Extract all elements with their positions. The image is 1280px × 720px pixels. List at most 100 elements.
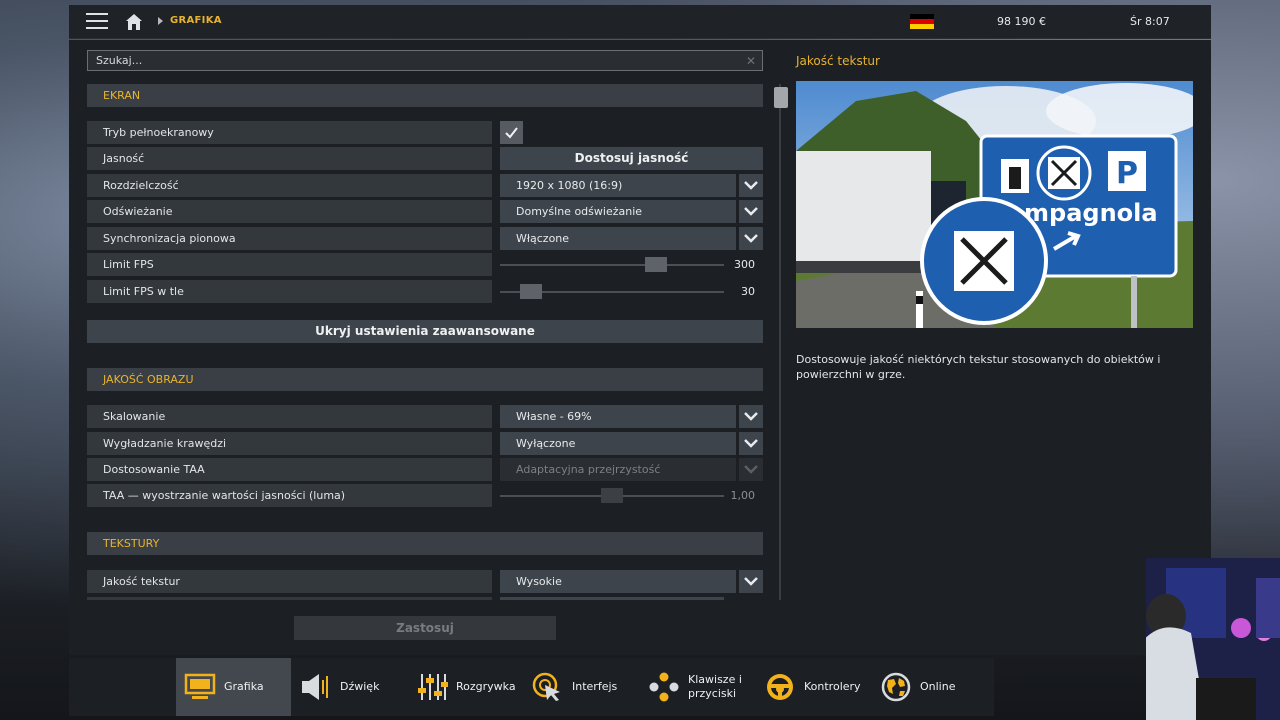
- speaker-icon: [302, 674, 328, 700]
- setting-antialiasing: Wygładzanie krawędzi Wyłączone: [87, 432, 763, 455]
- slider-thumb: [601, 488, 623, 503]
- fullscreen-checkbox[interactable]: [500, 121, 523, 144]
- slider-thumb[interactable]: [645, 257, 668, 272]
- globe-icon: [881, 672, 911, 702]
- nav-label: Interfejs: [572, 680, 618, 693]
- chevron-down-icon: [744, 439, 758, 448]
- nav-tab-sound[interactable]: Dźwięk: [292, 658, 407, 716]
- info-description: Dostosowuje jakość niektórych tekstur st…: [796, 353, 1161, 381]
- setting-label: Odświeżanie: [87, 200, 492, 223]
- slider-value: 1,00: [730, 489, 756, 502]
- apply-button[interactable]: Zastosuj: [294, 616, 556, 640]
- chevron-down-icon: [744, 577, 758, 586]
- search-box: ✕: [87, 50, 763, 71]
- antialiasing-dropdown-button[interactable]: [739, 432, 763, 455]
- slider-value: 30: [741, 285, 755, 298]
- menu-icon[interactable]: [86, 13, 108, 31]
- setting-label: Limit FPS w tle: [87, 280, 492, 303]
- nav-label: Dźwięk: [340, 680, 380, 693]
- germany-flag-icon: [910, 14, 934, 29]
- slider-thumb[interactable]: [520, 284, 543, 299]
- section-header-screen: EKRAN: [87, 84, 763, 107]
- sliders-icon: [418, 674, 448, 700]
- setting-resolution: Rozdzielczość 1920 x 1080 (16:9): [87, 174, 763, 197]
- info-title: Jakość tekstur: [796, 54, 880, 68]
- settings-panel: ✕ EKRAN Tryb pełnoekranowy Jasność Dosto…: [69, 40, 1211, 655]
- setting-label: Tryb pełnoekranowy: [87, 121, 492, 144]
- cursor-icon: [532, 672, 560, 701]
- setting-label: Skalowanie: [87, 405, 492, 428]
- taa-dropdown-button: [739, 458, 763, 481]
- setting-label: TAA — wyostrzanie wartości jasności (lum…: [87, 484, 492, 507]
- setting-label: Dostosowanie TAA: [87, 458, 492, 481]
- setting-label: Wygładzanie krawędzi: [87, 432, 492, 455]
- settings-list: EKRAN Tryb pełnoekranowy Jasność Dostosu…: [87, 84, 763, 600]
- setting-label: Rozdzielczość: [87, 174, 492, 197]
- settings-scrollbar[interactable]: [774, 84, 788, 600]
- nav-label: Grafika: [224, 680, 264, 693]
- vsync-dropdown-button[interactable]: [739, 227, 763, 250]
- scaling-dropdown-button[interactable]: [739, 405, 763, 428]
- bottom-navigation: Grafika Dźwięk Rozgrywka Interfejs Klawi…: [69, 658, 994, 716]
- setting-fullscreen: Tryb pełnoekranowy: [87, 121, 763, 144]
- resolution-dropdown-button[interactable]: [739, 174, 763, 197]
- gamepad-buttons-icon: [649, 672, 679, 702]
- steering-wheel-icon: [767, 674, 793, 700]
- fps-bg-slider[interactable]: 30: [500, 280, 763, 303]
- chevron-down-icon: [744, 412, 758, 421]
- setting-refresh: Odświeżanie Domyślne odświeżanie: [87, 200, 763, 223]
- slider-value: 300: [734, 258, 755, 271]
- checkmark-icon: [505, 127, 518, 139]
- setting-fps-limit: Limit FPS 300: [87, 253, 763, 276]
- nav-label: Rozgrywka: [456, 680, 516, 693]
- setting-label: [87, 597, 492, 600]
- monitor-icon: [184, 673, 216, 699]
- breadcrumb-arrow-icon: [158, 17, 163, 25]
- nav-label: Kontrolery: [804, 680, 861, 693]
- nav-label: Online: [920, 680, 956, 693]
- nav-tab-controllers[interactable]: Kontrolery: [756, 658, 871, 716]
- top-bar: GRAFIKA 98 190 € Śr 8:07: [69, 5, 1211, 39]
- scroll-track: [779, 84, 781, 600]
- nav-tab-graphics[interactable]: Grafika: [176, 658, 291, 716]
- texture-quality-dropdown-button[interactable]: [739, 570, 763, 593]
- vsync-select[interactable]: Włączone: [500, 227, 736, 250]
- money-display: 98 190 €: [997, 15, 1046, 28]
- breadcrumb: GRAFIKA: [170, 15, 222, 26]
- home-icon[interactable]: [125, 13, 143, 31]
- adjust-brightness-button[interactable]: Dostosuj jasność: [500, 147, 763, 170]
- svg-text:P: P: [1116, 156, 1138, 191]
- refresh-select[interactable]: Domyślne odświeżanie: [500, 200, 736, 223]
- setting-next-partial: [87, 597, 763, 600]
- nav-tab-gameplay[interactable]: Rozgrywka: [408, 658, 523, 716]
- nav-label: Klawisze i przyciski: [688, 673, 742, 700]
- chevron-down-icon: [744, 207, 758, 216]
- setting-label: Jakość tekstur: [87, 570, 492, 593]
- nav-tab-interface[interactable]: Interfejs: [524, 658, 639, 716]
- taa-sharpen-slider: 1,00: [500, 484, 763, 507]
- clear-search-icon[interactable]: ✕: [746, 54, 756, 68]
- section-header-textures: TEKSTURY: [87, 532, 763, 555]
- chevron-down-icon: [744, 234, 758, 243]
- webcam-overlay: [1146, 558, 1280, 720]
- scroll-thumb[interactable]: [774, 87, 788, 108]
- texture-quality-select[interactable]: Wysokie: [500, 570, 736, 593]
- refresh-dropdown-button[interactable]: [739, 200, 763, 223]
- setting-vsync: Synchronizacja pionowa Włączone: [87, 227, 763, 250]
- search-input[interactable]: [88, 51, 762, 70]
- resolution-select[interactable]: 1920 x 1080 (16:9): [500, 174, 736, 197]
- hide-advanced-button[interactable]: Ukryj ustawienia zaawansowane: [87, 320, 763, 343]
- section-header-image-quality: JAKOŚĆ OBRAZU: [87, 368, 763, 391]
- setting-label: Limit FPS: [87, 253, 492, 276]
- game-clock: Śr 8:07: [1130, 15, 1170, 28]
- setting-taa-sharpen: TAA — wyostrzanie wartości jasności (lum…: [87, 484, 763, 507]
- nav-tab-keys-buttons[interactable]: Klawisze i przyciski: [640, 658, 755, 716]
- setting-taa: Dostosowanie TAA Adaptacyjna przejrzysto…: [87, 458, 763, 481]
- sign-text: mpagnola: [1024, 199, 1158, 227]
- antialiasing-select[interactable]: Wyłączone: [500, 432, 736, 455]
- scaling-select[interactable]: Własne - 69%: [500, 405, 736, 428]
- fps-limit-slider[interactable]: 300: [500, 253, 763, 276]
- nav-tab-online[interactable]: Online: [872, 658, 987, 716]
- slider-track: [500, 264, 724, 266]
- taa-select: Adaptacyjna przejrzystość: [500, 458, 736, 481]
